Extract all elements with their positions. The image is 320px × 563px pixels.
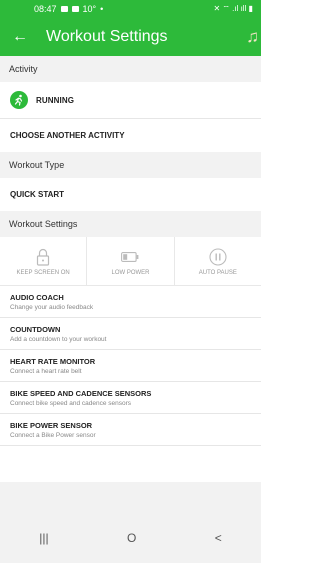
back-button[interactable]: < [215, 531, 222, 545]
auto-pause-toggle[interactable]: AUTO PAUSE [173, 237, 261, 285]
keep-screen-on-toggle[interactable]: KEEP SCREEN ON [0, 237, 86, 285]
countdown-item[interactable]: COUNTDOWN Add a countdown to your workou… [0, 318, 261, 350]
battery-low-icon [121, 247, 139, 267]
activity-name: RUNNING [36, 95, 75, 105]
status-left: 08:47 10° • [34, 4, 103, 14]
item-title: COUNTDOWN [10, 324, 61, 334]
item-title: HEART RATE MONITOR [10, 356, 96, 366]
back-arrow-icon[interactable]: ← [12, 28, 36, 46]
keep-screen-on-label: KEEP SCREEN ON [16, 269, 70, 276]
music-note-icon[interactable]: ♫ [246, 27, 259, 47]
pause-icon [209, 247, 227, 267]
bike-power-sensor-item[interactable]: BIKE POWER SENSOR Connect a Bike Power s… [0, 414, 261, 446]
settings-toggles: KEEP SCREEN ON LOW POWER AUTO PAUSE [0, 237, 261, 286]
status-right: ✕ ⌔ .ıl ıll ▮ [213, 4, 253, 14]
workout-settings-header: Workout Settings [0, 211, 261, 237]
choose-activity-button[interactable]: CHOOSE ANOTHER ACTIVITY [0, 118, 261, 152]
status-time: 08:47 [34, 4, 57, 14]
status-bar: 08:47 10° • ✕ ⌔ .ıl ıll ▮ [0, 0, 261, 18]
recents-button[interactable]: ||| [39, 531, 48, 545]
low-power-toggle[interactable]: LOW POWER [86, 237, 173, 285]
item-subtitle: Connect bike speed and cadence sensors [10, 399, 132, 407]
message-icon [71, 6, 79, 12]
auto-pause-label: AUTO PAUSE [198, 269, 237, 276]
running-icon [10, 91, 28, 109]
item-subtitle: Change your audio feedback [10, 303, 94, 311]
system-nav-bar: ||| O < [0, 513, 261, 563]
page-title: Workout Settings [46, 28, 168, 45]
item-title: BIKE SPEED AND CADENCE SENSORS [10, 388, 152, 398]
activity-header: Activity [0, 56, 261, 82]
heart-rate-monitor-item[interactable]: HEART RATE MONITOR Connect a heart rate … [0, 350, 261, 382]
item-subtitle: Add a countdown to your workout [10, 335, 107, 343]
workout-type-option[interactable]: QUICK START [0, 178, 261, 211]
bike-speed-cadence-item[interactable]: BIKE SPEED AND CADENCE SENSORS Connect b… [0, 382, 261, 414]
item-title: AUDIO COACH [10, 292, 64, 302]
dot-icon: • [100, 4, 104, 14]
status-temp: 10° [82, 4, 97, 14]
home-button[interactable]: O [127, 531, 136, 545]
item-subtitle: Connect a Bike Power sensor [10, 431, 96, 439]
lock-icon [36, 247, 50, 267]
toolbar: ← Workout Settings ♫ [0, 18, 261, 56]
item-subtitle: Connect a heart rate belt [10, 367, 82, 375]
audio-coach-item[interactable]: AUDIO COACH Change your audio feedback [0, 286, 261, 318]
low-power-label: LOW POWER [111, 269, 150, 276]
status-right-icons: ✕ ⌔ .ıl ıll ▮ [213, 4, 253, 13]
activity-row[interactable]: RUNNING [0, 82, 261, 118]
gallery-icon [60, 6, 68, 12]
item-title: BIKE POWER SENSOR [10, 420, 93, 430]
runner-svg [14, 94, 23, 106]
workout-type-header: Workout Type [0, 152, 261, 178]
